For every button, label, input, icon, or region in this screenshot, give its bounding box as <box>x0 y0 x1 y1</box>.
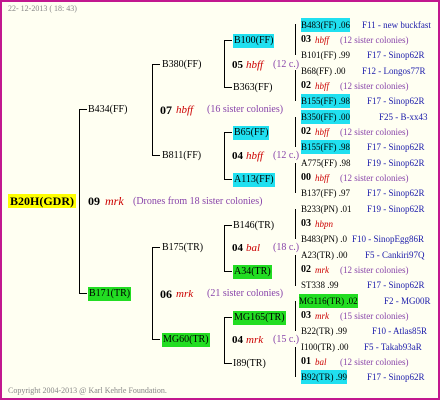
g2-node-1[interactable]: B811(FF) <box>162 149 201 163</box>
g4-row-6-b: F25 - B-xx43 <box>379 112 428 122</box>
g1-gen-1: 06 <box>160 287 172 301</box>
g2-gen-2: 04 <box>232 242 243 254</box>
root-gen: 09 <box>88 194 100 208</box>
g4-row-3-b: F12 - Longos77R <box>362 66 426 76</box>
g4-row-4-mark: hbff <box>315 81 330 91</box>
g4-row-16-gen: 02 <box>301 264 311 275</box>
g1-node-1[interactable]: B171(TR) <box>88 287 132 301</box>
g3-node-6[interactable]: MG165(TR) <box>233 311 286 325</box>
g3-node-0[interactable]: B100(FF) <box>233 34 275 48</box>
g4-row-11-b: F17 - Sinop62R <box>367 188 425 198</box>
g4-row-7-gen: 02 <box>301 126 311 137</box>
g1-note-1: (21 sister colonies) <box>207 288 284 299</box>
g2-note-0: (12 c.) <box>273 59 300 70</box>
g4-row-4-note: (12 sister colonies) <box>340 81 409 91</box>
g4-row-21-b: F5 - Takab93aR <box>364 342 422 352</box>
g2-mark-3: mrk <box>246 334 264 346</box>
g4-row-17-b: F17 - Sinop62R <box>367 280 425 290</box>
g4-row-15-a[interactable]: A23(TR) .00 <box>301 248 348 262</box>
g4-row-4-gen: 02 <box>301 80 311 91</box>
g4-row-0-b: F11 - new buckfast <box>362 20 431 30</box>
g4-row-9-a[interactable]: A775(FF) .98 <box>301 156 351 170</box>
root-queen[interactable]: B20H(GDR) <box>8 194 76 208</box>
g4-row-2-b: F17 - Sinop62R <box>367 50 425 60</box>
g4-row-14-b: F10 - SinopEgg86R <box>352 234 425 244</box>
g4-row-22-mark: bal <box>315 357 327 367</box>
g4-row-12-b: F19 - Sinop62R <box>367 204 425 214</box>
g4-row-3-a[interactable]: B68(FF) .00 <box>301 64 346 78</box>
g1-gen-0: 07 <box>160 103 172 117</box>
g4-row-8-a[interactable]: B155(FF) .98 <box>301 140 351 154</box>
g2-mark-0: hbff <box>246 59 264 71</box>
g2-note-1: (12 c.) <box>273 150 300 161</box>
g4-row-1-gen: 03 <box>301 34 311 45</box>
g4-row-7-note: (12 sister colonies) <box>340 127 409 137</box>
g4-row-2-a[interactable]: B101(FF) .99 <box>301 48 350 62</box>
g4-row-17-a[interactable]: ST338 .99 <box>301 278 339 292</box>
g4-row-12-a[interactable]: B233(PN) .01 <box>301 202 352 216</box>
g3-node-5[interactable]: A34(TR) <box>233 265 272 279</box>
g2-gen-1: 04 <box>232 150 243 162</box>
g4-row-6-a[interactable]: B350(FF) .00 <box>301 110 351 124</box>
g4-row-22-gen: 01 <box>301 356 311 367</box>
g1-mark-1: mrk <box>176 288 194 300</box>
g4-row-14-a[interactable]: B483(PN) .0 <box>301 232 347 246</box>
g2-mark-1: hbff <box>246 150 264 162</box>
g2-node-3[interactable]: MG60(TR) <box>162 333 210 347</box>
g4-row-8-b: F17 - Sinop62R <box>367 142 425 152</box>
g3-node-7[interactable]: I89(TR) <box>233 357 266 371</box>
g4-row-23-a[interactable]: B92(TR) .99 <box>301 370 347 384</box>
g4-row-16-note: (12 sister colonies) <box>340 265 409 275</box>
g4-row-22-note: (12 sister colonies) <box>340 357 409 367</box>
g4-row-20-a[interactable]: B22(TR) .99 <box>301 324 347 338</box>
g4-row-11-a[interactable]: B137(FF) .97 <box>301 186 350 200</box>
copyright: Copyright 2004-2013 @ Karl Kehrle Founda… <box>8 386 167 395</box>
g4-row-13-gen: 03 <box>301 218 311 229</box>
g4-row-19-note: (15 sister colonies) <box>340 311 409 321</box>
g4-row-10-mark: hbff <box>315 173 330 183</box>
g2-gen-3: 04 <box>232 334 243 346</box>
g4-row-13-mark: hbpn <box>315 219 333 229</box>
g4-row-1-note: (12 sister colonies) <box>340 35 409 45</box>
g1-node-0[interactable]: B434(FF) <box>88 103 127 117</box>
g3-node-4[interactable]: B146(TR) <box>233 219 274 233</box>
g4-row-1-mark: hbff <box>315 35 330 45</box>
g4-row-20-b: F10 - Atlas85R <box>372 326 428 336</box>
g4-row-10-gen: 00 <box>301 172 311 183</box>
g4-row-18-b: F2 - MG00R <box>384 296 431 306</box>
pedigree-panel: 22- 12-2013 ( 18: 43) Copyright 2004-201… <box>0 0 440 400</box>
g3-node-3[interactable]: A113(FF) <box>233 173 275 187</box>
g2-node-2[interactable]: B175(TR) <box>162 241 203 255</box>
g3-node-1[interactable]: B363(FF) <box>233 81 272 95</box>
g2-mark-2: bal <box>246 242 261 254</box>
timestamp: 22- 12-2013 ( 18: 43) <box>8 4 77 13</box>
g4-row-19-gen: 03 <box>301 310 311 321</box>
g2-gen-0: 05 <box>232 59 243 71</box>
g4-row-15-b: F5 - Cankiri97Q <box>365 250 425 260</box>
g4-row-7-mark: hbff <box>315 127 330 137</box>
g4-row-5-a[interactable]: B155(FF) .98 <box>301 94 351 108</box>
g1-mark-0: hbff <box>176 104 194 116</box>
g4-row-18-a[interactable]: MG116(TR) .02 <box>299 294 358 308</box>
g2-note-3: (15 c.) <box>273 334 300 345</box>
g2-note-2: (18 c.) <box>273 242 300 253</box>
g4-row-5-b: F17 - Sinop62R <box>367 96 425 106</box>
g2-node-0[interactable]: B380(FF) <box>162 58 201 72</box>
g4-row-19-mark: mrk <box>315 311 329 321</box>
root-note: (Drones from 18 sister colonies) <box>133 196 263 207</box>
g4-row-16-mark: mrk <box>315 265 329 275</box>
g4-row-9-b: F19 - Sinop62R <box>367 158 425 168</box>
g4-row-0-a[interactable]: B483(FF) .06 <box>301 18 351 32</box>
g1-note-0: (16 sister colonies) <box>207 104 284 115</box>
root-mark: mrk <box>105 194 124 208</box>
g4-row-23-b: F17 - Sinop62R <box>367 372 425 382</box>
g4-row-10-note: (12 sister colonies) <box>340 173 409 183</box>
g3-node-2[interactable]: B65(FF) <box>233 126 270 140</box>
g4-row-21-a[interactable]: I100(TR) .00 <box>301 340 349 354</box>
